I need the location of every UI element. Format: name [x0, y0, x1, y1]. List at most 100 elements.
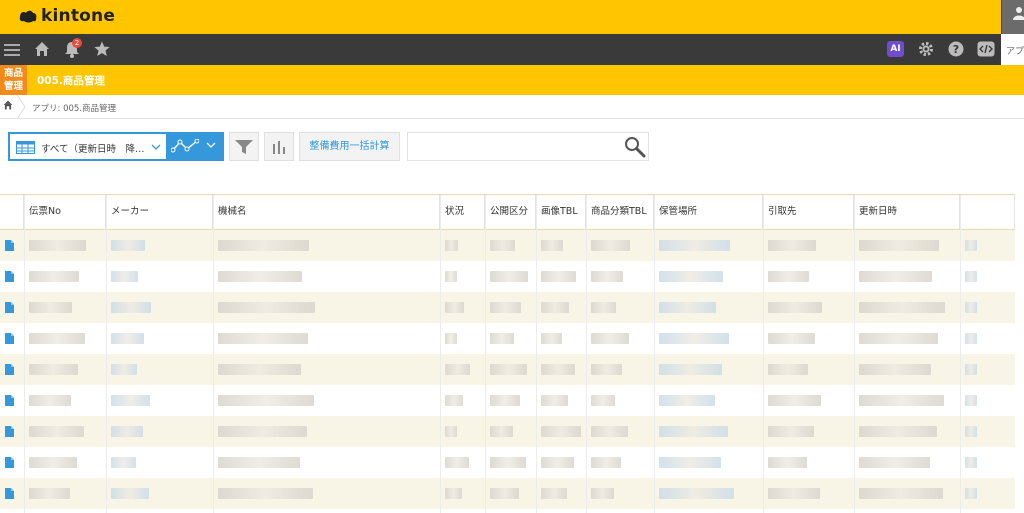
redacted-cell: [965, 364, 977, 375]
column-header[interactable]: メーカー: [106, 195, 213, 229]
app-title-bar: [0, 65, 1024, 95]
redacted-cell: [445, 488, 462, 499]
user-menu-button[interactable]: [1001, 0, 1024, 34]
table-row[interactable]: [0, 447, 1024, 478]
record-detail-icon[interactable]: [5, 364, 14, 375]
redacted-cell: [218, 364, 301, 375]
apps-tab[interactable]: アプリ: [1001, 34, 1024, 65]
redacted-cell: [445, 395, 463, 406]
graph-chart-button[interactable]: [264, 132, 294, 161]
maintenance-cost-calc-button[interactable]: 整備費用一括計算: [299, 132, 400, 161]
redacted-cell: [591, 395, 615, 406]
record-detail-icon[interactable]: [5, 302, 14, 313]
record-detail-icon[interactable]: [5, 457, 14, 468]
redacted-cell: [859, 302, 945, 313]
record-detail-icon[interactable]: [5, 395, 14, 406]
search-icon[interactable]: [624, 136, 646, 161]
redacted-cell: [965, 271, 977, 282]
redacted-cell: [591, 333, 629, 344]
redacted-cell: [768, 302, 822, 313]
record-detail-icon[interactable]: [5, 333, 14, 344]
search-input[interactable]: [407, 132, 649, 161]
redacted-cell: [29, 395, 71, 406]
breadcrumb-separator-icon: [16, 95, 26, 119]
redacted-cell: [218, 395, 314, 406]
developer-code-icon[interactable]: [977, 40, 995, 58]
table-row[interactable]: [0, 385, 1024, 416]
redacted-cell: [111, 395, 150, 406]
app-icon: 商品 管理: [0, 65, 27, 95]
redacted-cell: [965, 457, 977, 468]
redacted-cell: [965, 240, 977, 251]
redacted-cell: [659, 457, 721, 468]
column-header[interactable]: 画像TBL: [536, 195, 586, 229]
redacted-cell: [768, 364, 808, 375]
column-header[interactable]: 商品分類TBL: [586, 195, 654, 229]
column-header[interactable]: 引取先: [763, 195, 854, 229]
redacted-cell: [111, 457, 136, 468]
redacted-cell: [111, 271, 138, 282]
redacted-cell: [490, 395, 520, 406]
record-detail-icon[interactable]: [5, 488, 14, 499]
redacted-cell: [659, 395, 715, 406]
column-header[interactable]: 伝票No: [24, 195, 106, 229]
redacted-cell: [445, 271, 457, 282]
redacted-cell: [490, 240, 515, 251]
column-header[interactable]: 保管場所: [654, 195, 763, 229]
redacted-cell: [541, 240, 563, 251]
breadcrumb-home-icon[interactable]: [3, 100, 13, 113]
column-header[interactable]: 状況: [440, 195, 485, 229]
graph-view-button[interactable]: [166, 132, 224, 161]
filter-button[interactable]: [229, 132, 259, 161]
redacted-cell: [591, 457, 621, 468]
redacted-cell: [218, 302, 315, 313]
ai-assistant-button[interactable]: AI: [887, 41, 904, 57]
redacted-cell: [218, 488, 313, 499]
column-divider: [24, 195, 25, 513]
redacted-cell: [591, 271, 623, 282]
redacted-cell: [859, 271, 932, 282]
help-icon[interactable]: ?: [947, 40, 965, 58]
redacted-cell: [111, 364, 137, 375]
view-selector[interactable]: すべて（更新日時 降…: [8, 132, 167, 161]
table-row[interactable]: [0, 416, 1024, 447]
top-header: [0, 0, 1024, 34]
redacted-cell: [490, 333, 514, 344]
record-detail-icon[interactable]: [5, 271, 14, 282]
redacted-cell: [659, 488, 734, 499]
column-header[interactable]: 機械名: [213, 195, 440, 229]
table-row[interactable]: [0, 478, 1024, 509]
breadcrumb-app-link[interactable]: アプリ: 005.商品管理: [32, 102, 116, 114]
bar-chart-icon: [273, 140, 285, 154]
home-icon[interactable]: [33, 40, 51, 58]
filter-funnel-icon: [235, 139, 253, 154]
redacted-cell: [111, 426, 143, 437]
redacted-cell: [541, 488, 567, 499]
column-divider: [485, 195, 486, 513]
redacted-cell: [29, 333, 85, 344]
column-header[interactable]: 公開区分: [485, 195, 536, 229]
svg-text:?: ?: [953, 43, 959, 56]
redacted-cell: [591, 240, 630, 251]
redacted-cell: [218, 333, 308, 344]
header-icon-col: [0, 195, 24, 229]
table-row[interactable]: [0, 292, 1024, 323]
table-row[interactable]: [0, 261, 1024, 292]
menu-icon[interactable]: [3, 41, 21, 59]
redacted-cell: [111, 240, 145, 251]
table-row[interactable]: [0, 354, 1024, 385]
chevron-down-icon: [206, 142, 216, 148]
record-detail-icon[interactable]: [5, 426, 14, 437]
column-header[interactable]: 更新日時: [854, 195, 960, 229]
redacted-cell: [591, 364, 622, 375]
table-row[interactable]: [0, 230, 1024, 261]
settings-gear-icon[interactable]: [917, 40, 935, 58]
redacted-cell: [541, 271, 576, 282]
redacted-cell: [859, 395, 944, 406]
favorites-star-icon[interactable]: [93, 40, 111, 58]
table-row[interactable]: [0, 323, 1024, 354]
kintone-logo[interactable]: kintone: [18, 6, 115, 26]
redacted-cell: [541, 333, 562, 344]
redacted-cell: [445, 364, 470, 375]
record-detail-icon[interactable]: [5, 240, 14, 251]
